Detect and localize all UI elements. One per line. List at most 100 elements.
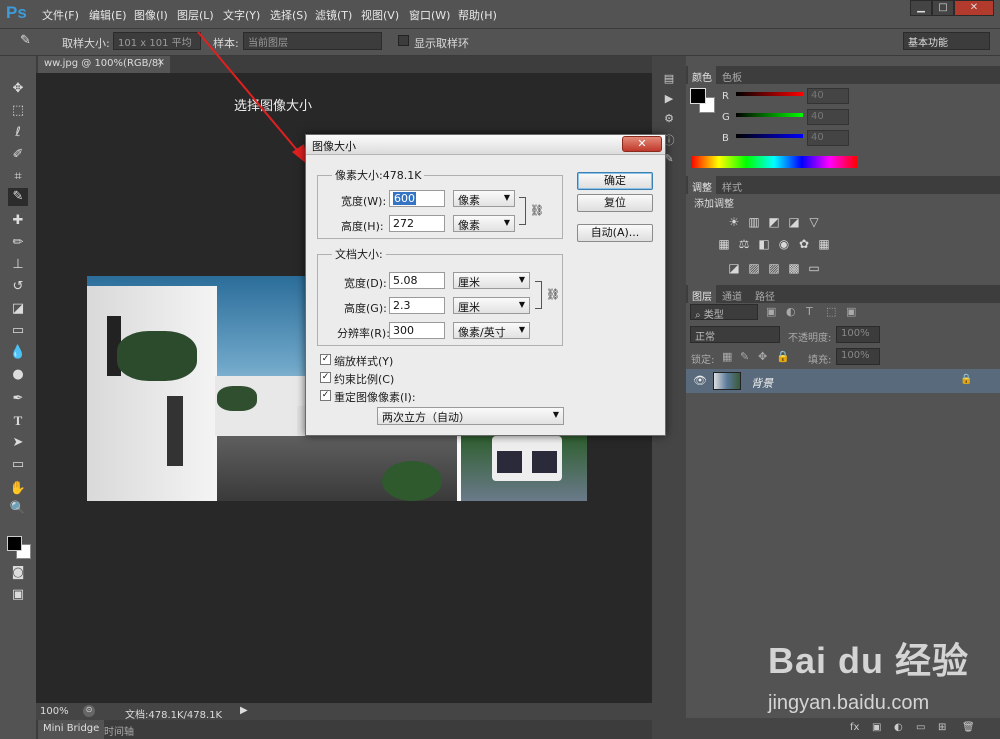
resample-checkbox[interactable]: ✓: [320, 390, 331, 401]
path-select-tool-icon[interactable]: ➤: [8, 434, 28, 452]
color-g-input[interactable]: 40: [807, 109, 849, 125]
minimize-button[interactable]: ▁: [910, 0, 932, 16]
color-b-input[interactable]: 40: [807, 130, 849, 146]
delete-layer-icon[interactable]: 🗑: [962, 722, 975, 733]
rectangle-tool-icon[interactable]: ▭: [8, 456, 28, 474]
dialog-titlebar[interactable]: [306, 135, 665, 155]
menu-type[interactable]: 文字(Y): [223, 7, 260, 23]
quick-mask-icon[interactable]: ◙: [8, 564, 28, 582]
gradient-tool-icon[interactable]: ▭: [8, 322, 28, 340]
filter-pixel-icon[interactable]: ▣: [766, 305, 776, 318]
constrain-proportions-checkbox[interactable]: ✓: [320, 372, 331, 383]
resolution-input[interactable]: 300: [389, 322, 445, 339]
tab-swatches[interactable]: 色板: [718, 66, 746, 84]
maximize-button[interactable]: □: [932, 0, 954, 16]
actions-panel-icon[interactable]: ▶: [661, 92, 677, 108]
height-unit-select[interactable]: 像素 ▼: [453, 215, 515, 232]
filter-type-icon[interactable]: T: [806, 305, 813, 318]
sample-size-select[interactable]: 101 x 101 平均: [113, 32, 201, 50]
black-white-icon[interactable]: ◧: [756, 237, 772, 251]
menu-help[interactable]: 帮助(H): [458, 7, 497, 23]
lock-transparent-icon[interactable]: ▦: [722, 350, 732, 363]
clone-stamp-tool-icon[interactable]: ⊥: [8, 256, 28, 274]
dialog-close-button[interactable]: ✕: [622, 136, 662, 152]
width-unit-select[interactable]: 像素 ▼: [453, 190, 515, 207]
tab-channels[interactable]: 通道: [718, 285, 746, 303]
filter-adjustment-icon[interactable]: ◐: [786, 305, 796, 318]
new-layer-icon[interactable]: ⊞: [938, 722, 946, 733]
color-r-slider[interactable]: [736, 92, 803, 96]
lock-image-icon[interactable]: ✎: [740, 350, 749, 363]
color-panel-foreground-swatch-top[interactable]: [690, 88, 706, 104]
dodge-tool-icon[interactable]: ●: [8, 366, 28, 384]
eyedropper-tool-icon[interactable]: ✎: [8, 188, 28, 206]
document-tab[interactable]: ww.jpg @ 100%(RGB/8) ×: [38, 56, 170, 73]
menu-image[interactable]: 图像(I): [134, 7, 168, 23]
zoom-level[interactable]: 100%: [40, 706, 69, 717]
selective-color-icon[interactable]: ▩: [786, 261, 802, 275]
layer-visibility-eye-icon[interactable]: 👁: [693, 374, 707, 387]
vibrance-icon[interactable]: ▽: [806, 215, 822, 229]
screen-mode-icon[interactable]: ▣: [8, 586, 28, 604]
pen-tool-icon[interactable]: ✒: [8, 390, 28, 408]
resolution-unit-select[interactable]: 像素/英寸 ▼: [453, 322, 530, 339]
new-group-icon[interactable]: ▭: [916, 722, 925, 733]
photo-filter-icon[interactable]: ◉: [776, 237, 792, 251]
properties-panel-icon[interactable]: ⚙: [661, 112, 677, 128]
tab-paths[interactable]: 路径: [751, 285, 779, 303]
healing-brush-tool-icon[interactable]: ✚: [8, 212, 28, 230]
tab-mini-bridge[interactable]: Mini Bridge: [38, 720, 105, 739]
threshold-icon[interactable]: ▨: [766, 261, 782, 275]
status-info-icon[interactable]: ⊙: [83, 705, 95, 717]
opacity-input[interactable]: 100%: [836, 326, 880, 343]
show-ring-checkbox[interactable]: [398, 35, 409, 46]
document-tab-close-icon[interactable]: ×: [157, 57, 165, 68]
workspace-select[interactable]: 基本功能: [903, 32, 990, 50]
ok-button[interactable]: 确定: [577, 172, 653, 190]
auto-button[interactable]: 自动(A)...: [577, 224, 653, 242]
marquee-tool-icon[interactable]: ⬚: [8, 102, 28, 120]
exposure-icon[interactable]: ◪: [786, 215, 802, 229]
close-window-button[interactable]: ✕: [954, 0, 994, 16]
tab-adjustments[interactable]: 调整: [688, 176, 716, 194]
history-panel-icon[interactable]: ▤: [661, 72, 677, 88]
doc-height-input[interactable]: 2.3: [389, 297, 445, 314]
width-input[interactable]: 600: [389, 190, 445, 207]
curves-icon[interactable]: ◩: [766, 215, 782, 229]
brush-tool-icon[interactable]: ✏: [8, 234, 28, 252]
color-g-slider[interactable]: [736, 113, 803, 117]
lock-position-icon[interactable]: ✥: [758, 350, 767, 363]
history-brush-tool-icon[interactable]: ↺: [8, 278, 28, 296]
tab-color[interactable]: 颜色: [688, 66, 716, 84]
quick-select-tool-icon[interactable]: ✐: [8, 146, 28, 164]
menu-file[interactable]: 文件(F): [42, 7, 79, 23]
channel-mixer-icon[interactable]: ✿: [796, 237, 812, 251]
add-style-icon[interactable]: fx: [850, 722, 859, 733]
color-spectrum-bar[interactable]: [691, 156, 857, 168]
menu-edit[interactable]: 编辑(E): [89, 7, 127, 23]
lasso-tool-icon[interactable]: ℓ: [8, 124, 28, 142]
eraser-tool-icon[interactable]: ◪: [8, 300, 28, 318]
layer-name[interactable]: 背景: [751, 375, 773, 391]
color-r-input[interactable]: 40: [807, 88, 849, 104]
scale-styles-checkbox[interactable]: ✓: [320, 354, 331, 365]
color-balance-icon[interactable]: ⚖: [736, 237, 752, 251]
levels-icon[interactable]: ▥: [746, 215, 762, 229]
menu-layer[interactable]: 图层(L): [177, 7, 214, 23]
lock-all-icon[interactable]: 🔒: [776, 350, 790, 363]
blend-mode-select[interactable]: 正常: [690, 326, 780, 343]
type-tool-icon[interactable]: T: [8, 412, 28, 430]
tab-layers[interactable]: 图层: [688, 285, 716, 303]
menu-filter[interactable]: 滤镜(T): [315, 7, 352, 23]
crop-tool-icon[interactable]: ⌗: [8, 168, 28, 186]
fill-input[interactable]: 100%: [836, 348, 880, 365]
invert-icon[interactable]: ◪: [726, 261, 742, 275]
new-adjustment-icon[interactable]: ◐: [894, 722, 903, 733]
gradient-map-icon[interactable]: ▭: [806, 261, 822, 275]
move-tool-icon[interactable]: ✥: [8, 80, 28, 98]
posterize-icon[interactable]: ▨: [746, 261, 762, 275]
tab-styles[interactable]: 样式: [718, 176, 746, 194]
reset-button[interactable]: 复位: [577, 194, 653, 212]
menu-select[interactable]: 选择(S): [270, 7, 308, 23]
tab-timeline[interactable]: 时间轴: [104, 723, 134, 738]
